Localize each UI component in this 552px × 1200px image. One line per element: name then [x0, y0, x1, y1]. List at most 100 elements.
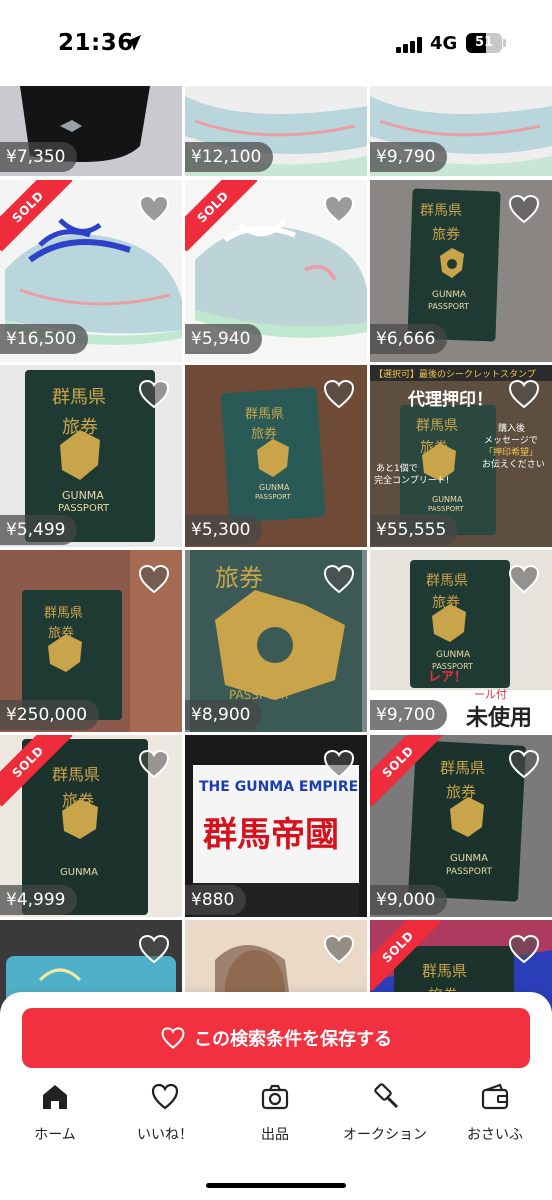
battery-icon: 51 — [466, 33, 502, 53]
passport-text: PASSPORT — [58, 503, 110, 514]
passport-text: GUNMA — [436, 650, 471, 660]
like-heart-icon[interactable] — [323, 934, 355, 964]
price-label: ¥5,499 — [0, 515, 78, 545]
like-heart-icon[interactable] — [508, 749, 540, 779]
like-heart-icon[interactable] — [508, 194, 540, 224]
tab-wallet[interactable]: おさいふ — [440, 1082, 550, 1162]
price-label: ¥250,000 — [0, 700, 100, 730]
passport-text: GUNMA — [432, 290, 467, 300]
signal-strength-icon — [396, 37, 424, 53]
price-label: ¥9,700 — [370, 700, 448, 730]
passport-text: 旅券 — [62, 417, 98, 438]
product-tile[interactable]: ¥7,350 — [0, 86, 182, 176]
passport-text: 群馬県 — [52, 387, 106, 408]
product-tile[interactable]: ¥9,790 — [370, 86, 552, 176]
battery-cap — [503, 39, 506, 47]
like-heart-icon[interactable] — [508, 934, 540, 964]
passport-text: PASSPORT — [428, 302, 469, 311]
tab-likes[interactable]: いいね！ — [110, 1082, 220, 1162]
save-search-button[interactable]: この検索条件を保存する — [22, 1008, 530, 1068]
price-label: ¥4,999 — [0, 885, 78, 915]
unused-label: 未使用 — [466, 706, 533, 731]
status-time: 21:36 — [58, 30, 134, 56]
price-label: ¥12,100 — [185, 142, 274, 172]
wallet-icon — [481, 1083, 509, 1110]
passport-text: PASSPORT — [255, 493, 291, 501]
like-heart-icon[interactable] — [138, 934, 170, 964]
product-tile[interactable]: THE GUNMA EMPIRE 群馬帝國 ¥880 — [185, 735, 367, 917]
tab-home[interactable]: ホーム — [0, 1082, 110, 1162]
location-arrow-icon — [125, 35, 141, 51]
product-tile[interactable]: 群馬県 旅券 GUNMA PASSPORT ¥5,300 — [185, 365, 367, 547]
passport-text: GUNMA — [259, 483, 290, 492]
rare-label: レア！ — [428, 670, 468, 685]
like-heart-icon[interactable] — [138, 564, 170, 594]
like-heart-icon[interactable] — [138, 194, 170, 224]
like-heart-icon[interactable] — [323, 194, 355, 224]
passport-text: 群馬県 — [245, 407, 285, 422]
product-tile[interactable]: SOLD ¥5,940 — [185, 180, 367, 362]
product-tile[interactable]: 旅券 GUNMA PASSPORT ¥8,900 — [185, 550, 367, 732]
heart-icon — [151, 1083, 179, 1110]
passport-text: 旅券 — [215, 564, 263, 592]
passport-text: GUNMA — [60, 867, 99, 878]
price-label: ¥5,940 — [185, 324, 263, 354]
passport-text: GUNMA — [450, 853, 489, 864]
home-icon — [43, 1085, 67, 1109]
passport-text: 群馬県 — [440, 759, 486, 777]
passport-text: 旅券 — [432, 227, 460, 243]
price-label: ¥5,300 — [185, 515, 263, 545]
passport-text: 群馬県 — [52, 765, 101, 784]
product-tile[interactable]: SOLD 群馬県 旅券 GUNMA PASSPORT ¥9,000 — [370, 735, 552, 917]
product-tile[interactable]: 群馬県 旅券 ¥250,000 — [0, 550, 182, 732]
price-label: ¥8,900 — [185, 700, 263, 730]
product-tile[interactable]: 群馬県 旅券 GUNMA PASSPORT レア！ ール付 未使用 ¥9,700 — [370, 550, 552, 732]
price-label: ¥16,500 — [0, 324, 89, 354]
product-tile[interactable]: ¥12,100 — [185, 86, 367, 176]
save-search-label: この検索条件を保存する — [194, 1029, 392, 1050]
product-tile[interactable]: SOLD 群馬県 旅券 GUNMA ¥4,999 — [0, 735, 182, 917]
promo-note: お伝えください — [482, 460, 545, 470]
battery-level: 51 — [474, 35, 494, 50]
gavel-icon — [374, 1083, 399, 1109]
tab-sell[interactable]: 出品 — [220, 1082, 330, 1162]
product-tile[interactable]: 群馬県 旅券 GUNMA PASSPORT ¥6,666 — [370, 180, 552, 362]
product-tile[interactable]: SOLD ¥16,500 — [0, 180, 182, 362]
price-label: ¥9,790 — [370, 142, 448, 172]
passport-text: 旅券 — [48, 626, 75, 641]
passport-text: PASSPORT — [446, 867, 493, 877]
passport-text: 旅券 — [420, 440, 448, 456]
passport-text: GUNMA — [432, 495, 463, 504]
tab-label: おさいふ — [467, 1127, 523, 1143]
passport-text: 旅券 — [62, 791, 95, 810]
passport-text: 群馬県 — [422, 962, 468, 980]
like-heart-icon[interactable] — [138, 749, 170, 779]
home-indicator — [206, 1183, 346, 1188]
product-tile[interactable]: 【選択可】最後のシークレットスタンプ 代理押印！ 群馬県 旅券 購入後 メッセー… — [370, 365, 552, 547]
tab-label: オークション — [343, 1127, 427, 1143]
like-heart-icon[interactable] — [323, 749, 355, 779]
passport-text: PASSPORT — [428, 505, 464, 513]
price-label: ¥55,555 — [370, 515, 459, 545]
like-heart-icon[interactable] — [323, 564, 355, 594]
heart-outline-icon — [161, 1027, 185, 1049]
price-label: ¥880 — [185, 885, 247, 915]
empire-title-jp: 群馬帝國 — [203, 815, 339, 855]
like-heart-icon[interactable] — [323, 379, 355, 409]
price-label: ¥9,000 — [370, 885, 448, 915]
price-label: ¥6,666 — [370, 324, 448, 354]
product-tile[interactable]: 群馬県 旅券 GUNMA PASSPORT ¥5,499 — [0, 365, 182, 547]
tab-label: いいね！ — [137, 1127, 193, 1143]
passport-text: 旅券 — [251, 427, 278, 442]
passport-text: GUNMA — [62, 489, 104, 502]
like-heart-icon[interactable] — [138, 379, 170, 409]
passport-text: GUNMA — [235, 668, 295, 684]
like-heart-icon[interactable] — [508, 564, 540, 594]
passport-text: 群馬県 — [420, 203, 462, 219]
like-heart-icon[interactable] — [508, 379, 540, 409]
tab-label: ホーム — [34, 1127, 76, 1143]
camera-icon — [261, 1084, 289, 1110]
tab-auction[interactable]: オークション — [330, 1082, 440, 1162]
passport-text: 群馬県 — [426, 573, 468, 589]
passport-text: 旅券 — [432, 595, 460, 611]
